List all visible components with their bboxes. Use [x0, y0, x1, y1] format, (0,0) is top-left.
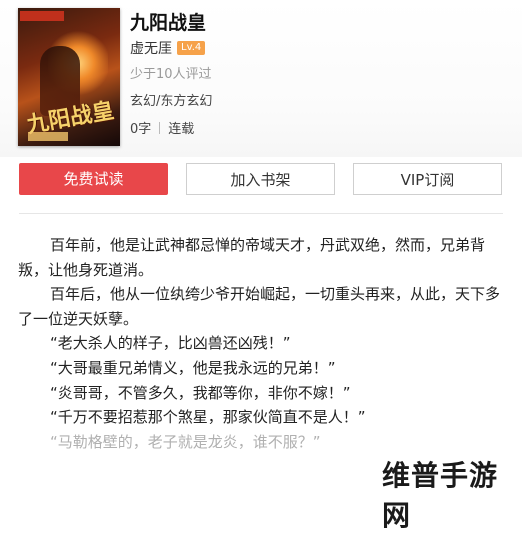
author-name[interactable]: 虚无厓	[130, 38, 172, 58]
book-synopsis: 百年前，他是让武神都忌惮的帝域天才，丹武双绝，然而，兄弟背叛，让他身死道消。 百…	[18, 233, 506, 454]
synopsis-quote: “炎哥哥，不管多久，我都等你，非你不嫁！”	[50, 383, 351, 402]
word-count: 0字	[130, 122, 152, 137]
cover-author-art	[28, 132, 68, 141]
synopsis-paragraph: 百年后，他从一位纨绔少爷开始崛起，一切重头再来，从此，天下多了一位逆天妖孽。	[18, 285, 501, 328]
genre-label[interactable]: 玄幻/东方玄幻	[130, 90, 212, 109]
book-stats: 0字 连载	[130, 118, 194, 137]
site-watermark: 维普手游网	[382, 452, 522, 532]
book-cover[interactable]: 九阳战皇	[18, 8, 120, 146]
synopsis-quote: “大哥最重兄弟情义，他是我永远的兄弟！”	[50, 358, 336, 377]
publisher-stamp	[20, 11, 64, 21]
watermark-text: 维普手游网	[382, 459, 499, 532]
add-to-shelf-button[interactable]: 加入书架	[186, 163, 335, 195]
review-count: 少于10人评过	[130, 67, 212, 82]
vip-subscribe-button[interactable]: VIP订阅	[353, 163, 502, 195]
synopsis-quote: “老大杀人的样子，比凶兽还凶残！”	[50, 334, 291, 353]
book-title: 九阳战皇	[130, 12, 207, 34]
author-row: 虚无厓 Lv.4	[130, 38, 206, 58]
section-divider	[19, 213, 503, 214]
synopsis-paragraph: 百年前，他是让武神都忌惮的帝域天才，丹武双绝，然而，兄弟背叛，让他身死道消。	[18, 236, 486, 279]
level-badge: Lv.4	[177, 41, 206, 55]
serial-status: 连载	[168, 122, 195, 137]
synopsis-quote-faded: “马勒格壁的，老子就是龙炎，谁不服？”	[50, 432, 321, 451]
stats-divider	[159, 121, 161, 134]
synopsis-quote: “千万不要招惹那个煞星，那家伙简直不是人！”	[50, 408, 366, 427]
free-trial-read-button[interactable]: 免费试读	[19, 163, 168, 195]
